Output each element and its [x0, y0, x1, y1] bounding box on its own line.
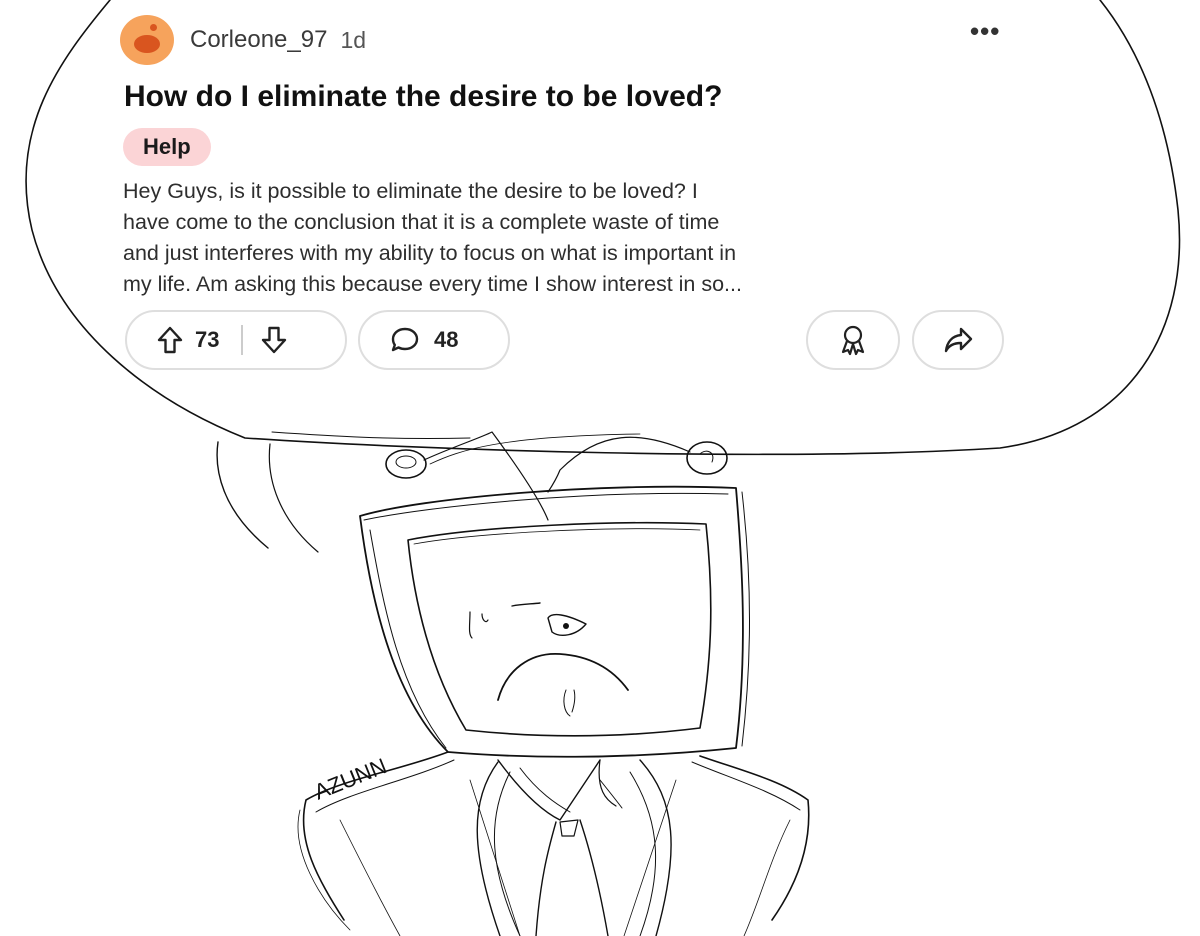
downvote-arrow-icon [262, 326, 287, 354]
post-title[interactable]: How do I eliminate the desire to be love… [124, 80, 722, 114]
avatar-antenna [150, 24, 157, 31]
comments-button[interactable]: 48 [358, 310, 510, 370]
award-icon [841, 325, 865, 356]
post-meta: Corleone_97 1d [120, 14, 366, 66]
reddit-snoo-avatar[interactable] [120, 15, 174, 65]
antenna-right [686, 441, 728, 475]
upvote-button[interactable]: 73 [157, 326, 219, 354]
tv-screen [407, 521, 712, 737]
vote-count: 73 [195, 327, 220, 352]
upvote-arrow-icon [157, 326, 183, 354]
comment-count: 48 [434, 327, 459, 352]
author-name[interactable]: Corleone_97 [190, 26, 327, 54]
vote-bar: 73 [125, 310, 347, 370]
reddit-post-card: Corleone_97 1d ••• How do I eliminate th… [120, 0, 1010, 400]
comment-bubble-icon [391, 327, 419, 352]
post-body-line: Hey Guys, is it possible to eliminate th… [123, 179, 698, 203]
face-frown [497, 653, 629, 701]
post-body-line: have come to the conclusion that it is a… [123, 210, 720, 234]
post-age: 1d [340, 26, 367, 53]
downvote-button[interactable] [261, 326, 287, 354]
speech-bubble-tail [216, 441, 269, 549]
tv-head [359, 485, 744, 758]
share-arrow-icon [944, 327, 973, 353]
avatar-head [134, 35, 160, 53]
post-body[interactable]: Hey Guys, is it possible to eliminate th… [123, 176, 1023, 300]
flair-badge[interactable]: Help [123, 128, 211, 166]
vote-divider [241, 325, 244, 355]
award-button[interactable] [806, 310, 900, 370]
more-dots-icon[interactable]: ••• [970, 16, 1000, 47]
post-body-line: and just interferes with my ability to f… [123, 241, 737, 265]
necktie [535, 819, 609, 936]
post-body-line: my life. Am asking this because every ti… [123, 272, 742, 296]
face-brow [511, 602, 541, 607]
shirt-collar [497, 759, 601, 821]
antenna-left [385, 449, 427, 479]
share-button[interactable] [912, 310, 1004, 370]
